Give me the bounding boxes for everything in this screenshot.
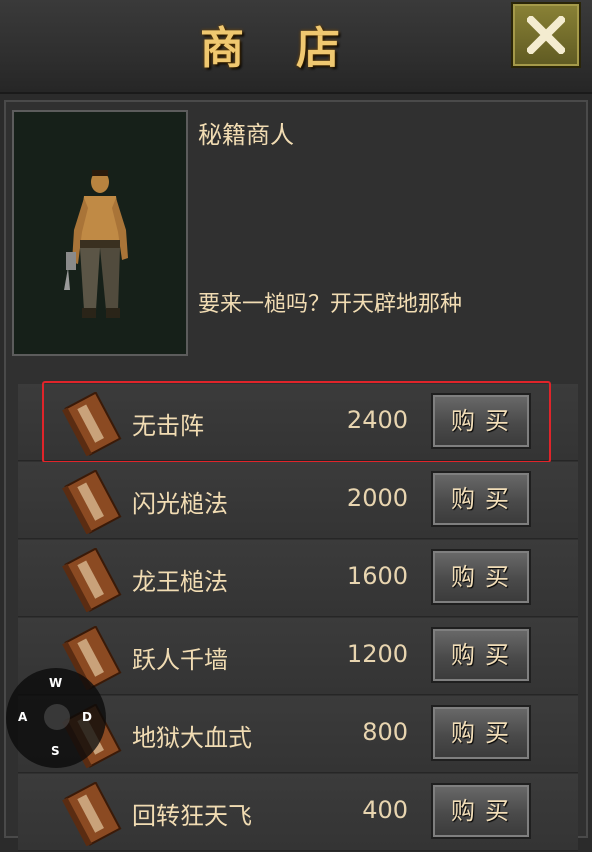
joystick-right-key: D — [82, 710, 92, 724]
npc-figure — [64, 170, 128, 318]
skill-book-icon — [62, 782, 122, 846]
buy-button[interactable]: 购买 — [431, 705, 531, 761]
item-price: 800 — [362, 718, 408, 746]
shop-header: 商店 — [0, 0, 592, 94]
shop-item-row[interactable]: 无击阵 2400 购买 — [18, 381, 578, 463]
close-button[interactable] — [511, 2, 581, 68]
joystick-down-key: S — [51, 744, 60, 758]
item-name: 跃人千墙 — [132, 646, 228, 674]
buy-button[interactable]: 购买 — [431, 549, 531, 605]
shop-item-list: 无击阵 2400 购买 闪光槌法 2000 购买 龙王槌法 1600 购买 跃人… — [18, 381, 578, 852]
skill-book-icon — [62, 392, 122, 456]
shop-item-row[interactable]: 闪光槌法 2000 购买 — [18, 462, 578, 539]
item-price: 400 — [362, 796, 408, 824]
buy-button[interactable]: 购买 — [431, 471, 531, 527]
skill-book-icon — [62, 548, 122, 612]
joystick-knob[interactable] — [44, 704, 70, 730]
close-x-icon — [527, 16, 565, 54]
buy-button[interactable]: 购买 — [431, 783, 531, 839]
item-name: 无击阵 — [132, 412, 204, 440]
npc-portrait — [12, 110, 188, 356]
item-price: 2000 — [346, 484, 408, 512]
item-price: 2400 — [346, 406, 408, 434]
shop-item-row[interactable]: 龙王槌法 1600 购买 — [18, 540, 578, 617]
npc-name: 秘籍商人 — [198, 121, 294, 149]
item-price: 1600 — [346, 562, 408, 590]
joystick-up-key: W — [49, 676, 63, 690]
item-name: 闪光槌法 — [132, 490, 228, 518]
buy-button[interactable]: 购买 — [431, 627, 531, 683]
shop-item-row[interactable]: 跃人千墙 1200 购买 — [18, 618, 578, 695]
npc-dialog: 要来一槌吗？开天辟地那种 — [198, 292, 463, 317]
joystick-left-key: A — [18, 710, 28, 724]
item-name: 地狱大血式 — [132, 724, 252, 752]
shop-title: 商店 — [200, 23, 392, 74]
item-price: 1200 — [346, 640, 408, 668]
virtual-joystick[interactable]: W A D S — [6, 668, 106, 768]
skill-book-icon — [62, 470, 122, 534]
shop-item-row[interactable]: 回转狂天飞 400 购买 — [18, 774, 578, 851]
item-name: 龙王槌法 — [132, 568, 228, 596]
buy-button[interactable]: 购买 — [431, 393, 531, 449]
item-name: 回转狂天飞 — [132, 802, 252, 830]
